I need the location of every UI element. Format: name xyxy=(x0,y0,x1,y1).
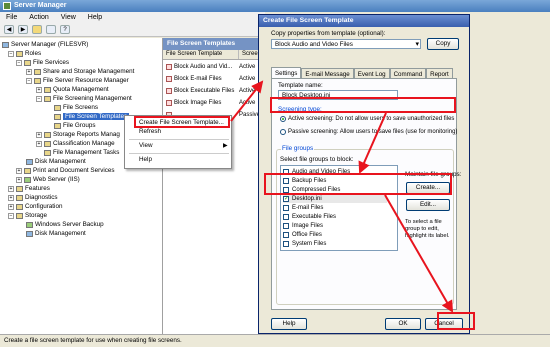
arrow-to-desktop-ini xyxy=(358,112,387,174)
arrow-to-template-name xyxy=(230,80,264,122)
annotation-arrows xyxy=(230,80,454,313)
arrow-to-ok-button xyxy=(384,194,454,313)
